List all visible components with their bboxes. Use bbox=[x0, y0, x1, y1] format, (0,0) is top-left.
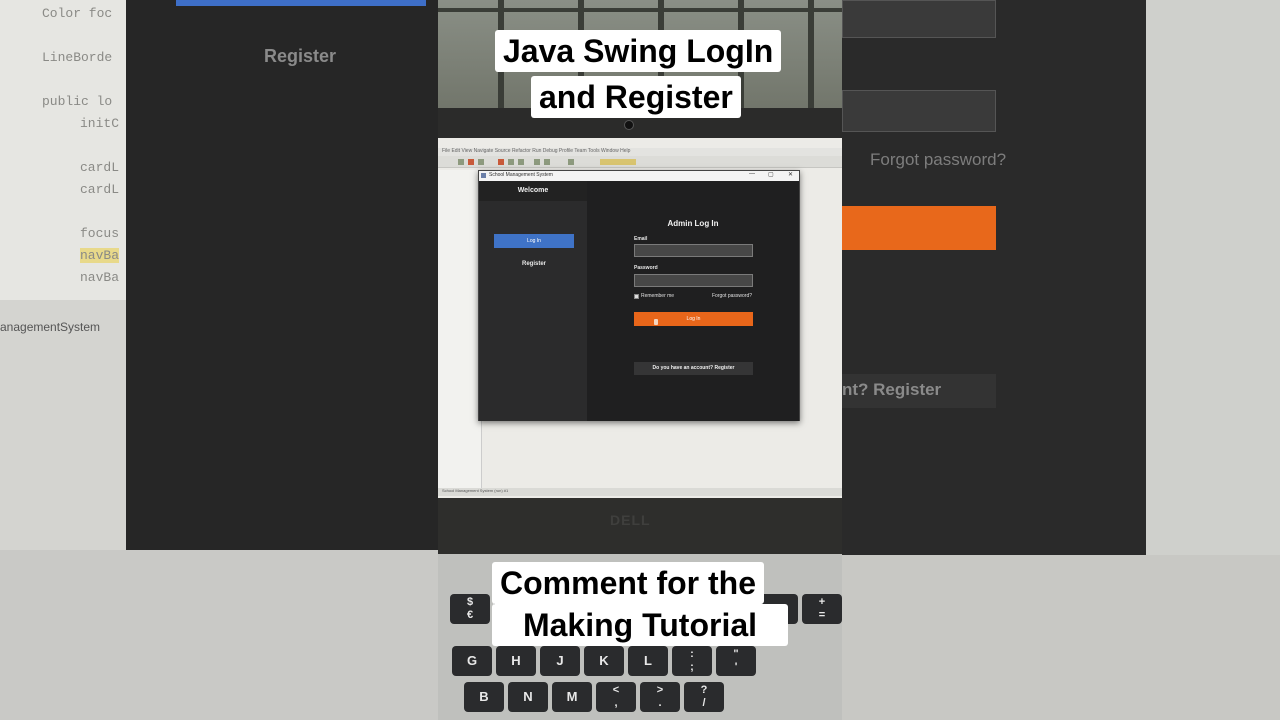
keyboard-key: $ € bbox=[450, 594, 490, 624]
blurred-code-line: navBa bbox=[80, 270, 120, 285]
sidebar-item-register[interactable]: Register bbox=[494, 257, 574, 271]
toolbar-icon[interactable] bbox=[544, 159, 550, 165]
blurred-desk bbox=[0, 550, 438, 720]
blurred-app-panel bbox=[126, 0, 438, 550]
window-bar bbox=[808, 0, 814, 112]
form-title: Admin Log In bbox=[667, 219, 719, 228]
blurred-app-panel: Forgot password? nt? Register bbox=[842, 0, 1146, 555]
register-button[interactable]: Do you have an account? Register bbox=[634, 362, 753, 375]
blurred-background-left: Color foc LineBorde public lo initC card… bbox=[0, 0, 438, 720]
ide-menu-bar[interactable]: File Edit View Navigate Source Refactor … bbox=[438, 148, 842, 156]
video-frame: Color foc LineBorde public lo initC card… bbox=[0, 0, 1280, 720]
blurred-code-line: initC bbox=[80, 116, 120, 131]
keyboard-key: H bbox=[496, 646, 536, 676]
keyboard-key: N bbox=[508, 682, 548, 712]
caption-title-line-2: and Register bbox=[531, 76, 741, 118]
toolbar-icon[interactable] bbox=[458, 159, 464, 165]
toolbar-icon[interactable] bbox=[534, 159, 540, 165]
blurred-register-label: Register bbox=[264, 46, 337, 66]
email-label: Email bbox=[634, 236, 648, 242]
toolbar-icon[interactable] bbox=[498, 159, 504, 165]
java-icon bbox=[481, 173, 486, 178]
blurred-orange-button bbox=[842, 206, 996, 250]
maximize-icon[interactable]: ▢ bbox=[768, 171, 774, 178]
window-title: School Management System bbox=[489, 172, 553, 178]
blurred-code-line: LineBorde bbox=[42, 50, 113, 65]
email-field[interactable] bbox=[634, 244, 753, 257]
caption-cta-line-2: Making Tutorial bbox=[492, 604, 788, 646]
blurred-code-line: Color foc bbox=[42, 6, 113, 21]
welcome-label: Welcome bbox=[517, 187, 549, 194]
blurred-code-line: cardL bbox=[80, 160, 120, 175]
blurred-background-right: Forgot password? nt? Register bbox=[842, 0, 1280, 720]
laptop-bezel-bottom: DELL bbox=[438, 498, 842, 554]
blurred-text: anagementSystem bbox=[0, 320, 101, 334]
webcam bbox=[624, 120, 634, 130]
dell-logo: DELL bbox=[610, 512, 651, 528]
remember-me-checkbox[interactable] bbox=[634, 294, 639, 299]
login-form-panel: Admin Log In Email Password Remember me … bbox=[587, 181, 799, 421]
blurred-code-line: public lo bbox=[42, 94, 113, 109]
keyboard-key: K bbox=[584, 646, 624, 676]
keyboard-key: B bbox=[464, 682, 504, 712]
register-button-label: Do you have an account? Register bbox=[652, 365, 735, 371]
blurred-forgot-label: Forgot password? bbox=[870, 150, 1007, 169]
toolbar-icon[interactable] bbox=[518, 159, 524, 165]
remember-me-label: Remember me bbox=[641, 293, 675, 299]
welcome-header: Welcome bbox=[479, 181, 587, 201]
ide-status-bar: School Management System (run) #1 bbox=[438, 488, 842, 496]
keyboard-key: : ; bbox=[672, 646, 712, 676]
keyboard-key: L bbox=[628, 646, 668, 676]
blurred-code-line: cardL bbox=[80, 182, 120, 197]
sidebar-item-label: Register bbox=[521, 261, 546, 267]
blurred-desk bbox=[842, 555, 1280, 720]
laptop-screen: File Edit View Navigate Source Refactor … bbox=[438, 138, 842, 498]
title-bar[interactable]: School Management System — ▢ ✕ bbox=[479, 171, 799, 181]
minimize-icon[interactable]: — bbox=[749, 171, 755, 177]
keyboard-key: < , bbox=[596, 682, 636, 712]
blurred-blue-strip bbox=[176, 0, 426, 6]
toolbar-icon[interactable] bbox=[568, 159, 574, 165]
blurred-code-line: focus bbox=[80, 226, 120, 241]
keyboard-key: + = bbox=[802, 594, 842, 624]
sidebar-item-label: Log In bbox=[527, 238, 541, 244]
memory-indicator[interactable] bbox=[600, 159, 636, 165]
mouse-cursor bbox=[654, 319, 658, 325]
toolbar-icon[interactable] bbox=[478, 159, 484, 165]
keyboard-key: J bbox=[540, 646, 580, 676]
blurred-register-label: nt? Register bbox=[842, 374, 996, 408]
keyboard-key: " ' bbox=[716, 646, 756, 676]
ide-side-panel bbox=[438, 170, 482, 490]
blurred-field bbox=[842, 90, 996, 132]
sidebar-item-login[interactable]: Log In bbox=[494, 234, 574, 248]
app-window: School Management System — ▢ ✕ Welcome L… bbox=[478, 170, 800, 421]
password-field[interactable] bbox=[634, 274, 753, 287]
keyboard-key: > . bbox=[640, 682, 680, 712]
keyboard-key: M bbox=[552, 682, 592, 712]
blurred-code-line: navBa bbox=[80, 248, 120, 263]
caption-title-line-1: Java Swing LogIn bbox=[495, 30, 782, 72]
login-button-label: Log In bbox=[686, 316, 701, 322]
toolbar-icon[interactable] bbox=[468, 159, 474, 165]
keyboard-key: ? / bbox=[684, 682, 724, 712]
password-label: Password bbox=[634, 265, 658, 271]
blurred-field bbox=[842, 0, 996, 38]
sidebar: Welcome Log In Register bbox=[479, 181, 587, 421]
caption-cta-line-1: Comment for the bbox=[492, 562, 764, 604]
toolbar-icon[interactable] bbox=[508, 159, 514, 165]
login-button[interactable]: Log In bbox=[634, 312, 753, 326]
keyboard-key: G bbox=[452, 646, 492, 676]
forgot-password-link[interactable]: Forgot password? bbox=[712, 293, 752, 299]
close-icon[interactable]: ✕ bbox=[788, 171, 793, 178]
